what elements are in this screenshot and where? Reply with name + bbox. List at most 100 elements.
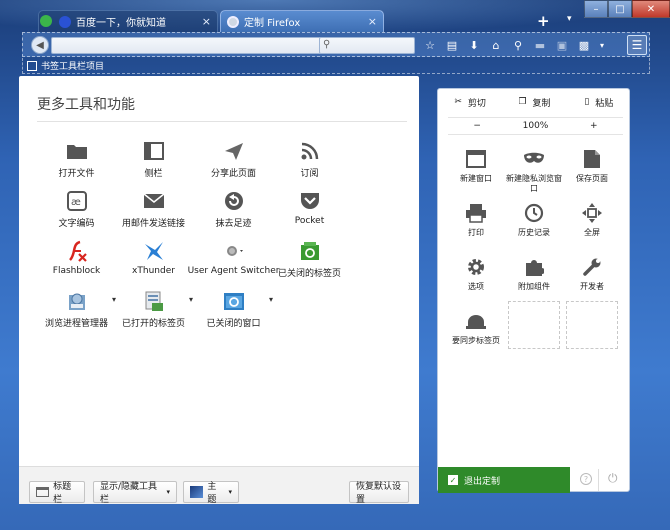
close-window-button[interactable]: ✕ xyxy=(632,0,670,18)
tab-title: 定制 Firefox xyxy=(244,18,301,29)
divider xyxy=(598,469,599,491)
addon-icon[interactable]: ▩ xyxy=(575,36,593,54)
back-button[interactable]: ◀ xyxy=(31,36,49,54)
checkmark-icon: ✓ xyxy=(448,475,458,485)
themes-button[interactable]: 主题 ▾ xyxy=(183,481,239,505)
fullscreen-item[interactable]: 全屏 xyxy=(562,199,622,238)
puzzle-icon xyxy=(526,260,544,276)
save-page-icon xyxy=(584,150,600,168)
screenshot-icon[interactable]: ▣ xyxy=(553,36,571,54)
ua-switcher-icon xyxy=(226,246,243,256)
divider xyxy=(37,121,407,122)
window-controls: – □ ✕ xyxy=(584,0,670,18)
addons-item[interactable]: 附加组件 xyxy=(504,253,564,292)
gear-icon xyxy=(468,259,484,275)
item-label: 开发者 xyxy=(580,282,604,291)
scissors-icon: ✂ xyxy=(454,97,462,107)
title-bar-button[interactable]: 标题栏 xyxy=(29,481,85,505)
forget-icon xyxy=(224,192,243,210)
zoom-reset-button[interactable]: 100% xyxy=(506,118,564,134)
item-label: 新建隐私浏览窗口 xyxy=(506,174,562,193)
addon-dropdown-icon[interactable]: ▾ xyxy=(597,36,607,54)
help-button[interactable]: ? xyxy=(580,473,592,485)
item-label: 选项 xyxy=(468,282,484,291)
arrow-left-icon: ◀ xyxy=(36,39,44,51)
download-icon[interactable]: ⬇ xyxy=(465,36,483,54)
toolbars-label: 显示/隐藏工具栏 xyxy=(100,482,158,505)
item-label: 历史记录 xyxy=(518,228,550,237)
item-label: 订阅 xyxy=(300,169,319,179)
empty-slot[interactable] xyxy=(508,301,560,349)
search-icon: ⚲ xyxy=(323,39,331,50)
print-icon xyxy=(466,204,486,223)
theme-thumbnail-icon xyxy=(190,486,204,498)
home-icon[interactable]: ⌂ xyxy=(487,36,505,54)
bookmarks-list-icon[interactable]: ▤ xyxy=(443,36,461,54)
options-item[interactable]: 选项 xyxy=(446,253,506,292)
cut-label: 剪切 xyxy=(467,98,486,109)
history-item[interactable]: 历史记录 xyxy=(504,199,564,238)
tab-baidu[interactable]: 百度一下，你就知道 × xyxy=(38,10,218,32)
fullscreen-icon xyxy=(582,203,602,223)
close-tab-icon[interactable]: × xyxy=(368,15,377,28)
private-window-item[interactable]: 新建隐私浏览窗口 xyxy=(504,145,564,194)
closed-windows-item[interactable]: ▾ 已关闭的窗口 xyxy=(186,288,281,329)
new-window-icon xyxy=(466,150,486,168)
zoom-out-button[interactable]: − xyxy=(448,118,506,134)
exit-customize-label: 退出定制 xyxy=(464,476,501,487)
themes-label: 主题 xyxy=(207,482,217,505)
closed-windows-icon xyxy=(223,293,244,310)
search-icon[interactable]: ⚲ xyxy=(509,36,527,54)
title-bar-label: 标题栏 xyxy=(53,482,72,505)
url-bar[interactable]: ↻ xyxy=(51,37,337,54)
restore-defaults-button[interactable]: 恢复默认设置 xyxy=(349,481,409,505)
open-tabs-icon xyxy=(145,291,163,311)
sidebar-icon xyxy=(143,142,164,160)
developer-item[interactable]: 开发者 xyxy=(562,253,622,292)
quit-icon[interactable]: ⏻ xyxy=(608,471,618,486)
bookmarks-toolbar-items[interactable]: 书签工具栏项目 xyxy=(41,59,104,72)
baidu-icon xyxy=(59,15,71,28)
chevron-down-icon: ▾ xyxy=(166,488,170,496)
new-window-item[interactable]: 新建窗口 xyxy=(446,145,506,184)
tab-customize[interactable]: 定制 Firefox × xyxy=(220,10,384,32)
bookmarks-toolbar: 书签工具栏项目 xyxy=(22,58,650,74)
zoom-in-button[interactable]: + xyxy=(565,118,623,134)
share-icon xyxy=(224,143,243,160)
sync-icon xyxy=(466,315,486,329)
paste-button[interactable]: ▯ 粘贴 xyxy=(567,89,631,115)
restore-label: 恢复默认设置 xyxy=(356,482,402,505)
toolbar-icons: ☆ ▤ ⬇ ⌂ ⚲ ▬ ▣ ▩ ▾ xyxy=(421,36,607,54)
process-manager-icon xyxy=(68,293,85,310)
sync-tabs-item[interactable]: 要同步标签页 xyxy=(446,307,506,346)
open-menu-button[interactable]: ☰ xyxy=(627,35,647,55)
toolbars-button[interactable]: 显示/隐藏工具栏 ▾ xyxy=(93,481,177,505)
recently-closed-tabs-item[interactable]: 已关闭的标签页 xyxy=(262,238,357,279)
menu-panel: ✂ 剪切 ❐ 复制 ▯ 粘贴 − 100% + 新建窗口 新建隐私浏览窗口 保存页面 … xyxy=(437,88,631,493)
dropdown-arrow-icon[interactable]: ▾ xyxy=(269,295,273,304)
item-label: 保存页面 xyxy=(576,174,608,183)
copy-button[interactable]: ❐ 复制 xyxy=(502,89,566,115)
list-all-tabs-button[interactable]: ▾ xyxy=(567,14,572,24)
exit-customize-button[interactable]: ✓ 退出定制 xyxy=(438,467,570,493)
cut-button[interactable]: ✂ 剪切 xyxy=(438,89,502,115)
search-bar[interactable]: ⚲ xyxy=(319,37,415,54)
empty-slot[interactable] xyxy=(566,301,618,349)
private-mask-icon xyxy=(524,152,544,163)
wechat-icon[interactable] xyxy=(40,15,52,27)
save-page-item[interactable]: 保存页面 xyxy=(562,145,622,184)
pocket-item[interactable]: Pocket xyxy=(262,188,357,226)
minimize-button[interactable]: – xyxy=(584,0,608,18)
folder-icon xyxy=(66,145,87,159)
new-tab-button[interactable]: + xyxy=(537,12,550,30)
car-icon[interactable]: ▬ xyxy=(531,36,549,54)
subscribe-item[interactable]: 订阅 xyxy=(262,138,357,179)
xthunder-icon xyxy=(144,242,163,260)
rss-icon xyxy=(301,142,318,160)
maximize-button[interactable]: □ xyxy=(608,0,632,18)
paste-icon: ▯ xyxy=(584,97,590,107)
print-item[interactable]: 打印 xyxy=(446,199,506,238)
close-tab-icon[interactable]: × xyxy=(202,15,211,28)
email-icon xyxy=(143,193,164,208)
bookmark-star-icon[interactable]: ☆ xyxy=(421,36,439,54)
